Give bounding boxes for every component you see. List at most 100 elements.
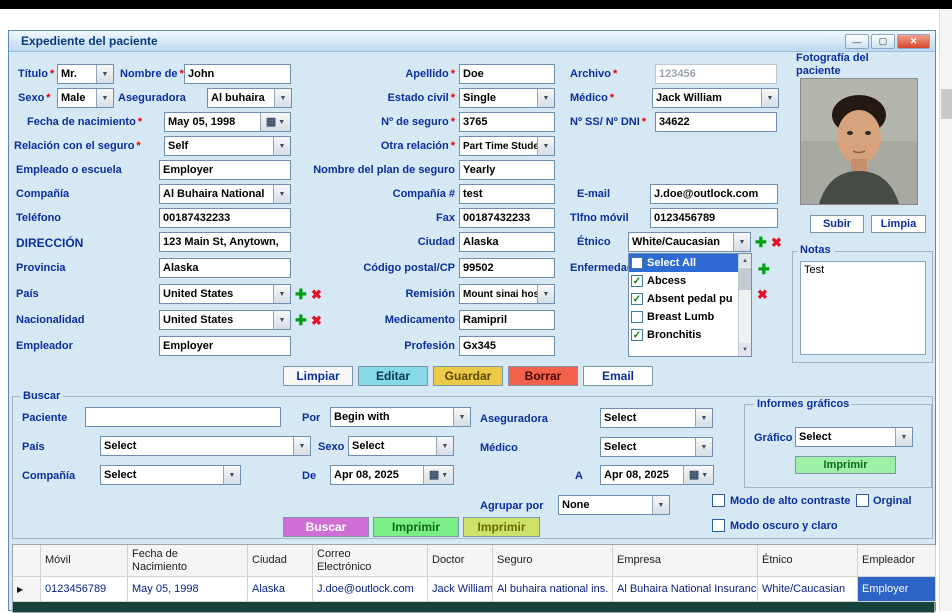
grid-header[interactable]: Ciudad xyxy=(248,545,313,577)
etnico-select[interactable]: White/Caucasian▼ xyxy=(628,232,751,252)
search-de-datepicker[interactable]: Apr 08, 2025▦▼ xyxy=(330,465,454,485)
search-paciente-input[interactable] xyxy=(85,407,281,427)
medicamento-input[interactable]: Ramipril xyxy=(459,310,555,330)
enfermedad-item[interactable]: Select All xyxy=(629,254,738,272)
minimize-button[interactable]: — xyxy=(845,34,869,49)
grid-header[interactable]: Doctor xyxy=(428,545,493,577)
search-medico-select[interactable]: Select▼ xyxy=(600,437,713,457)
nacionalidad-select[interactable]: United States▼ xyxy=(159,310,291,330)
ciudad-input[interactable]: Alaska xyxy=(459,232,555,252)
close-button[interactable]: ✕ xyxy=(897,34,930,49)
empleador-input[interactable]: Employer xyxy=(159,336,291,356)
provincia-input[interactable]: Alaska xyxy=(159,258,291,278)
enfermedad-add-icon[interactable]: ✚ xyxy=(758,262,770,276)
imprimir-button[interactable]: Imprimir xyxy=(373,517,459,537)
scroll-up-icon[interactable]: ▲ xyxy=(739,254,751,267)
grafico-select[interactable]: Select▼ xyxy=(795,427,913,447)
row-selector[interactable]: ▶ xyxy=(13,577,41,602)
buscar-button[interactable]: Buscar xyxy=(283,517,369,537)
search-aseguradora-select[interactable]: Select▼ xyxy=(600,408,713,428)
enfermedad-item[interactable]: ✓Bronchitis xyxy=(629,326,738,344)
tlfno-movil-input[interactable]: 0123456789 xyxy=(650,208,778,228)
grid-header[interactable]: Fecha de Nacimiento xyxy=(128,545,248,577)
search-por-select[interactable]: Begin with▼ xyxy=(330,407,471,427)
grid-data-row[interactable]: ▶ 0123456789 May 05, 1998 Alaska J.doe@o… xyxy=(13,577,934,602)
scroll-down-icon[interactable]: ▼ xyxy=(739,343,751,356)
relacion-seguro-select[interactable]: Self▼ xyxy=(164,136,291,156)
editar-button[interactable]: Editar xyxy=(358,366,428,386)
direccion-input[interactable]: 123 Main St, Anytown, xyxy=(159,232,291,252)
telefono-input[interactable]: 00187432233 xyxy=(159,208,291,228)
checkbox-icon[interactable]: ✓ xyxy=(631,275,643,287)
maximize-button[interactable]: ▢ xyxy=(871,34,895,49)
apellido-input[interactable]: Doe xyxy=(459,64,555,84)
medico-select[interactable]: Jack William▼ xyxy=(652,88,779,108)
num-seguro-input[interactable]: 3765 xyxy=(459,112,555,132)
enfermedad-item[interactable]: ✓Absent pedal pu xyxy=(629,290,738,308)
search-a-datepicker[interactable]: Apr 08, 2025▦▼ xyxy=(600,465,714,485)
limpiar-button[interactable]: Limpiar xyxy=(283,366,353,386)
empleado-escuela-input[interactable]: Employer xyxy=(159,160,291,180)
aseguradora-select[interactable]: Al buhaira▼ xyxy=(207,88,292,108)
fax-input[interactable]: 00187432233 xyxy=(459,208,555,228)
profesion-input[interactable]: Gx345 xyxy=(459,336,555,356)
grid-cell[interactable]: J.doe@outlock.com xyxy=(313,577,428,602)
grid-cell[interactable]: Al Buhaira National Insurance xyxy=(613,577,758,602)
page-scrollbar-thumb[interactable] xyxy=(941,89,952,119)
compania-select[interactable]: Al Buhaira National▼ xyxy=(159,184,291,204)
informes-imprimir-button[interactable]: Imprimir xyxy=(795,456,896,474)
compania-num-input[interactable]: test xyxy=(459,184,555,204)
window-titlebar[interactable]: Expediente del paciente xyxy=(9,31,935,52)
titulo-select[interactable]: Mr.▼ xyxy=(57,64,114,84)
nombre-input[interactable]: John xyxy=(184,64,291,84)
grid-cell[interactable]: May 05, 1998 xyxy=(128,577,248,602)
email-button[interactable]: Email xyxy=(583,366,653,386)
search-pais-select[interactable]: Select▼ xyxy=(100,436,311,456)
codigo-postal-input[interactable]: 99502 xyxy=(459,258,555,278)
grid-cell[interactable]: 0123456789 xyxy=(41,577,128,602)
grid-header-selector[interactable] xyxy=(13,545,41,577)
alto-contraste-checkbox[interactable] xyxy=(712,494,725,507)
grid-cell[interactable]: White/Caucasian xyxy=(758,577,858,602)
grid-header[interactable]: Étnico xyxy=(758,545,858,577)
imprimir-button-2[interactable]: Imprimir xyxy=(463,517,540,537)
checkbox-icon[interactable]: ✓ xyxy=(631,329,643,341)
subir-button[interactable]: Subir xyxy=(810,215,864,233)
grid-header[interactable]: Correo Electrónico xyxy=(313,545,428,577)
otra-relacion-select[interactable]: Part Time Student▼ xyxy=(459,136,555,156)
search-agrupar-select[interactable]: None▼ xyxy=(558,495,670,515)
search-compania-select[interactable]: Select▼ xyxy=(100,465,241,485)
guardar-button[interactable]: Guardar xyxy=(433,366,503,386)
nss-dni-input[interactable]: 34622 xyxy=(655,112,777,132)
grid-cell[interactable]: Alaska xyxy=(248,577,313,602)
limpia-button[interactable]: Limpia xyxy=(871,215,926,233)
enfermedad-item[interactable]: ✓Abcess xyxy=(629,272,738,290)
checkbox-icon[interactable] xyxy=(631,257,643,269)
grid-cell[interactable]: Al buhaira national ins. xyxy=(493,577,613,602)
enfermedad-delete-icon[interactable]: ✖ xyxy=(757,288,768,301)
email-input[interactable]: J.doe@outlock.com xyxy=(650,184,778,204)
borrar-button[interactable]: Borrar xyxy=(508,366,578,386)
grid-header[interactable]: Móvil xyxy=(41,545,128,577)
enfermedad-scrollbar[interactable]: ▲ ▼ xyxy=(738,254,751,356)
notes-textarea[interactable]: Test xyxy=(800,261,926,355)
fecha-nacimiento-datepicker[interactable]: May 05, 1998▦▼ xyxy=(164,112,291,132)
pais-select[interactable]: United States▼ xyxy=(159,284,291,304)
orginal-checkbox[interactable] xyxy=(856,494,869,507)
checkbox-icon[interactable] xyxy=(631,311,643,323)
etnico-delete-icon[interactable]: ✖ xyxy=(771,236,782,249)
enfermedad-scrollbar-thumb[interactable] xyxy=(739,268,751,290)
enfermedad-listbox[interactable]: Select All ✓Abcess ✓Absent pedal pu Brea… xyxy=(628,253,752,357)
estado-civil-select[interactable]: Single▼ xyxy=(459,88,555,108)
checkbox-icon[interactable]: ✓ xyxy=(631,293,643,305)
page-scrollbar[interactable] xyxy=(939,9,952,611)
plan-seguro-input[interactable]: Yearly xyxy=(459,160,555,180)
sexo-select[interactable]: Male▼ xyxy=(57,88,114,108)
grid-header[interactable]: Empresa xyxy=(613,545,758,577)
grid-cell-selected[interactable]: Employer xyxy=(858,577,936,602)
search-sexo-select[interactable]: Select▼ xyxy=(348,436,454,456)
grid-header[interactable]: Empleador xyxy=(858,545,936,577)
remision-select[interactable]: Mount sinai hospital▼ xyxy=(459,284,555,304)
etnico-add-icon[interactable]: ✚ xyxy=(755,235,767,249)
enfermedad-item[interactable]: Breast Lumb xyxy=(629,308,738,326)
